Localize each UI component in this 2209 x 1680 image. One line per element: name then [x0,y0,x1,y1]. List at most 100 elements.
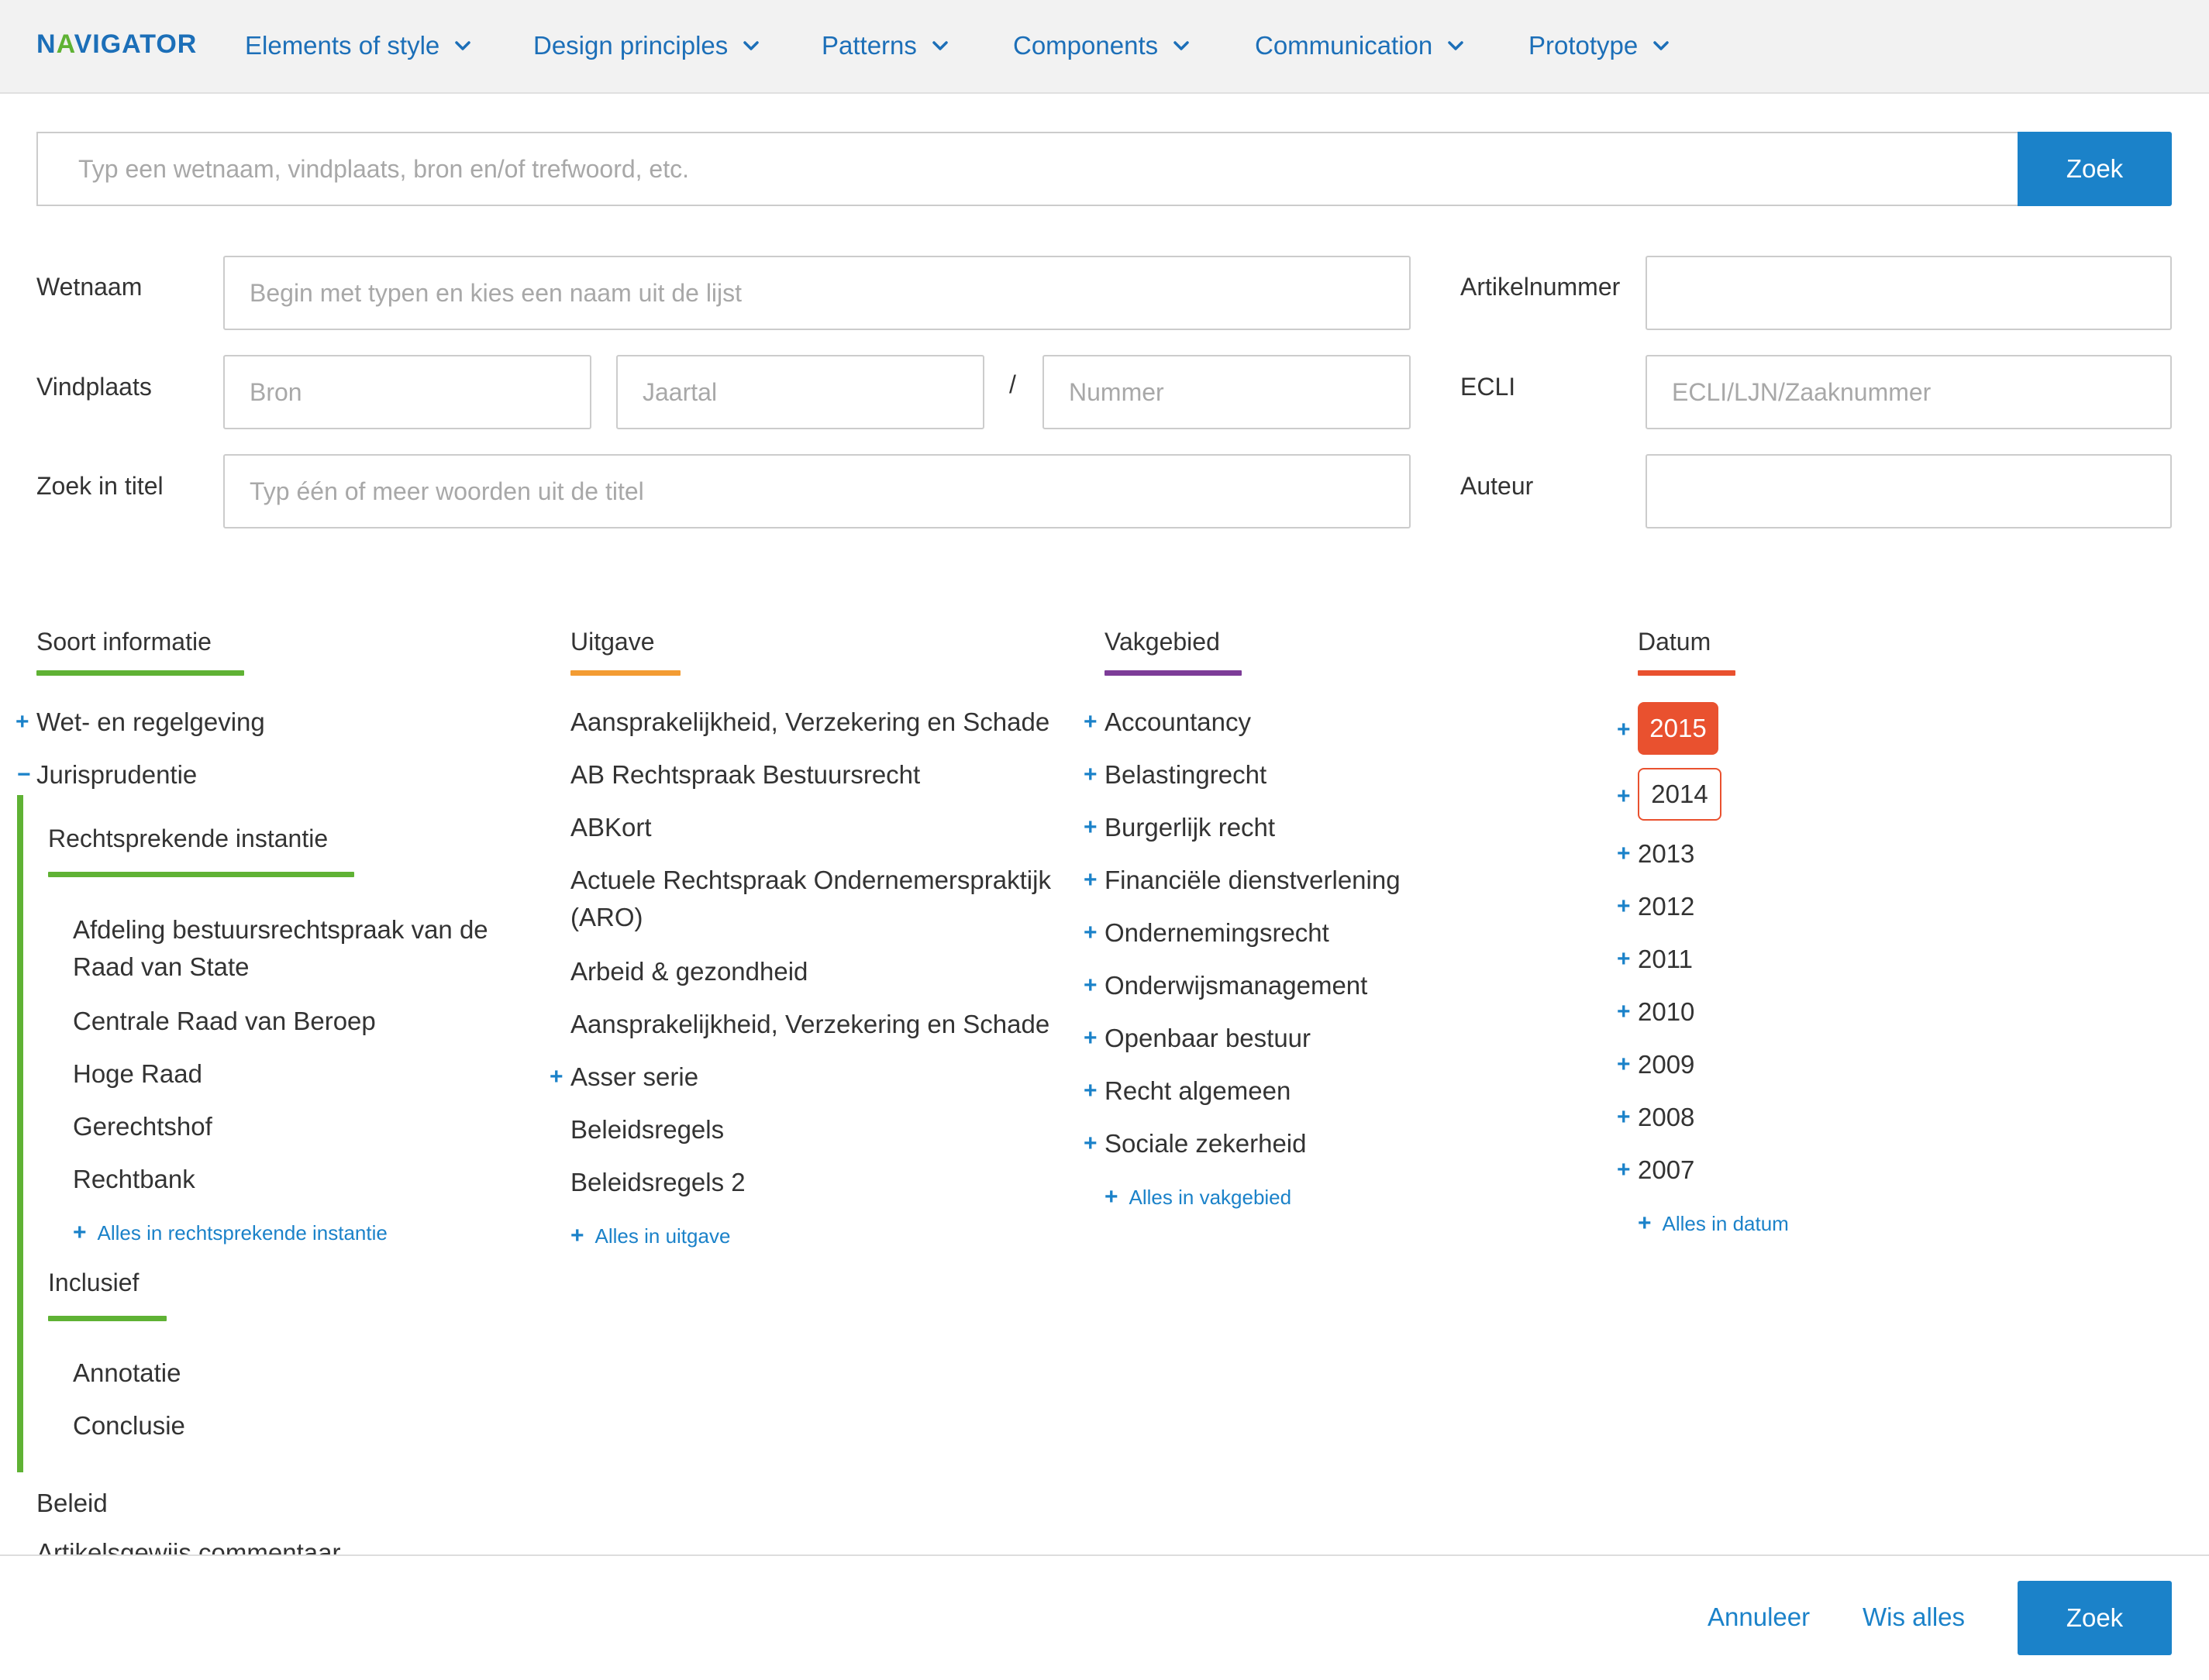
plus-icon: + [73,1220,87,1245]
filter-item-vakgebied[interactable]: Accountancy [1104,704,1251,741]
search-input[interactable] [36,132,2019,206]
expand-icon[interactable]: + [1084,704,1098,741]
filter-item-wet-en-regelgeving[interactable]: Wet- en regelgeving [36,704,265,741]
expand-icon[interactable]: + [1617,1152,1631,1189]
expand-icon[interactable]: + [1617,778,1631,815]
artikelnummer-input[interactable] [1646,256,2172,330]
collapse-icon[interactable]: − [17,756,31,794]
nav-design-principles[interactable]: Design principles [533,31,760,60]
vindplaats-separator: / [1009,370,1016,398]
top-navbar: NAVIGATOR Elements of style Design princ… [0,0,2209,94]
expand-icon[interactable]: + [1084,756,1098,794]
filter-item-year[interactable]: 2007 [1638,1152,1694,1189]
year-2014-chip[interactable]: 2014 [1638,768,1721,821]
bron-input[interactable] [223,355,591,429]
filter-item-centrale-raad[interactable]: Centrale Raad van Beroep [73,1003,376,1040]
filter-item-vakgebied[interactable]: Recht algemeen [1104,1072,1291,1110]
more-vakgebied-link[interactable]: + Alles in vakgebied [1104,1184,1291,1210]
expand-icon[interactable]: + [1084,862,1098,899]
filter-item-annotatie[interactable]: Annotatie [73,1355,181,1392]
more-label: Alles in datum [1662,1211,1789,1235]
filter-item-year[interactable]: 2013 [1638,835,1694,873]
more-label: Alles in uitgave [594,1224,731,1248]
chevron-down-icon [742,36,760,55]
filter-item-year[interactable]: 2011 [1638,941,1693,978]
filter-item-hoge-raad[interactable]: Hoge Raad [73,1055,202,1093]
nav-components[interactable]: Components [1013,31,1191,60]
filter-item-vakgebied[interactable]: Sociale zekerheid [1104,1125,1307,1162]
submit-search-button[interactable]: Zoek [2018,1581,2172,1655]
filter-item-beleid[interactable]: Beleid [36,1485,108,1522]
auteur-input[interactable] [1646,454,2172,528]
more-label: Alles in vakgebied [1129,1185,1292,1209]
cancel-link[interactable]: Annuleer [1708,1603,1810,1632]
filter-item-uitgave[interactable]: Arbeid & gezondheid [570,953,808,990]
more-rechtsprekende-link[interactable]: + Alles in rechtsprekende instantie [73,1220,388,1246]
nav-label: Prototype [1528,31,1639,60]
nummer-input[interactable] [1042,355,1411,429]
ecli-input[interactable] [1646,355,2172,429]
more-datum-link[interactable]: + Alles in datum [1638,1210,1789,1237]
filter-item-year[interactable]: 2009 [1638,1046,1694,1083]
filter-item-uitgave[interactable]: ABKort [570,809,652,846]
titel-input[interactable] [223,454,1411,528]
expand-icon[interactable]: + [1617,711,1631,749]
expand-icon[interactable]: + [1084,914,1098,952]
navigator-logo[interactable]: NAVIGATOR [36,29,197,60]
wetnaam-input[interactable] [223,256,1411,330]
nav-communication[interactable]: Communication [1255,31,1465,60]
soort-informatie-title: Soort informatie [36,628,212,656]
filter-item-vakgebied[interactable]: Financiële dienstverlening [1104,862,1401,899]
filter-item-vakgebied[interactable]: Ondernemingsrecht [1104,914,1329,952]
filter-item-conclusie[interactable]: Conclusie [73,1407,185,1444]
more-uitgave-link[interactable]: + Alles in uitgave [570,1223,730,1249]
vakgebied-underline [1104,670,1242,676]
expand-icon[interactable]: + [1084,1072,1098,1110]
year-2015-chip[interactable]: 2015 [1638,702,1718,755]
expand-icon[interactable]: + [1617,1046,1631,1083]
expand-icon[interactable]: + [1617,941,1631,978]
filter-item-year[interactable]: 2010 [1638,993,1694,1031]
nav-label: Design principles [533,31,729,60]
nav-elements-of-style[interactable]: Elements of style [245,31,472,60]
expand-icon[interactable]: + [1084,1020,1098,1057]
expand-icon[interactable]: + [1617,888,1631,925]
expand-icon[interactable]: + [1084,967,1098,1004]
filter-item-year[interactable]: 2008 [1638,1099,1694,1136]
expand-icon[interactable]: + [16,704,29,741]
search-button[interactable]: Zoek [2018,132,2172,206]
filter-item-uitgave[interactable]: Actuele Rechtspraak Ondernemerspraktijk … [570,862,1051,936]
expand-icon[interactable]: + [1617,1099,1631,1136]
filter-item-year[interactable]: 2012 [1638,888,1694,925]
expand-icon[interactable]: + [1617,835,1631,873]
subgroup-indicator [17,795,23,1472]
filter-item-jurisprudentie[interactable]: Jurisprudentie [36,756,197,794]
filter-item-uitgave[interactable]: AB Rechtspraak Bestuursrecht [570,756,920,794]
expand-icon[interactable]: + [1084,1125,1098,1162]
nav-patterns[interactable]: Patterns [822,31,949,60]
nav-prototype[interactable]: Prototype [1528,31,1670,60]
rechtsprekende-underline [48,872,354,877]
filter-item-vakgebied[interactable]: Onderwijsmanagement [1104,967,1367,1004]
chevron-down-icon [1652,36,1670,55]
expand-icon[interactable]: + [1617,993,1631,1031]
filter-item-rechtbank[interactable]: Rechtbank [73,1161,195,1198]
uitgave-title: Uitgave [570,628,655,656]
filter-item-vakgebied[interactable]: Openbaar bestuur [1104,1020,1311,1057]
expand-icon[interactable]: + [1084,809,1098,846]
filter-item-uitgave[interactable]: Asser serie [570,1059,698,1096]
plus-icon: + [1104,1184,1118,1210]
filter-item-vakgebied[interactable]: Belastingrecht [1104,756,1266,794]
clear-all-link[interactable]: Wis alles [1863,1603,1965,1632]
wetnaam-label: Wetnaam [36,273,143,301]
expand-icon[interactable]: + [550,1059,563,1096]
filter-item-vakgebied[interactable]: Burgerlijk recht [1104,809,1275,846]
filter-item-gerechtshof[interactable]: Gerechtshof [73,1108,212,1145]
jaartal-input[interactable] [616,355,984,429]
filter-item-uitgave[interactable]: Aansprakelijkheid, Verzekering en Schade [570,704,1049,741]
filter-item-uitgave[interactable]: Beleidsregels [570,1111,724,1148]
filter-item-afdeling-bestuursrechtspraak[interactable]: Afdeling bestuursrechtspraak van de Raad… [73,911,507,986]
filter-item-uitgave[interactable]: Aansprakelijkheid, Verzekering en Schade [570,1006,1049,1043]
filter-item-uitgave[interactable]: Beleidsregels 2 [570,1164,746,1201]
filter-item-artikelsgewijs[interactable]: Artikelsgewijs commentaar [36,1534,340,1554]
